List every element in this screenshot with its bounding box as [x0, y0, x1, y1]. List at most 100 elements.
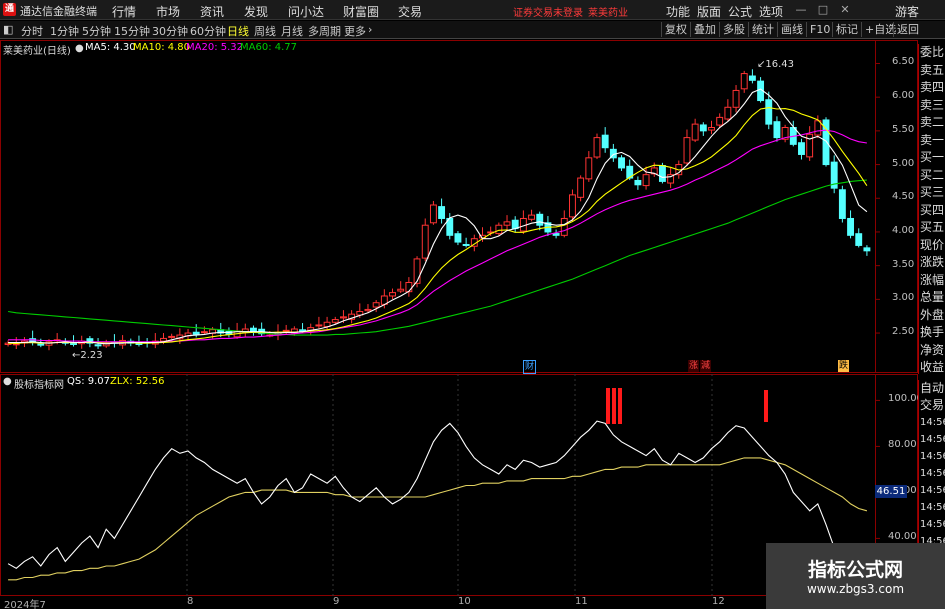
period-tab-1min[interactable]: 1分钟: [50, 23, 79, 39]
candle-body-44: [364, 308, 372, 312]
candle-body-88: [724, 106, 732, 120]
candle-body-60: [495, 224, 503, 235]
sub-tick-label-3: 40.00: [888, 531, 917, 543]
quote-field-10[interactable]: 买五: [919, 219, 945, 237]
menu-item-options[interactable]: 选项: [759, 3, 783, 20]
quote-field-6[interactable]: 买一: [919, 149, 945, 167]
menu-item-discover[interactable]: 发现: [244, 3, 268, 20]
quote-field-17[interactable]: 净资: [919, 342, 945, 360]
limit-down-badge[interactable]: 跌: [838, 360, 850, 372]
toolbar-draw-button[interactable]: 画线: [777, 22, 806, 37]
menu-item-trade[interactable]: 交易: [398, 3, 422, 20]
quote-field-3[interactable]: 卖三: [919, 97, 945, 115]
settings-dot-icon-sub[interactable]: ●: [3, 376, 12, 387]
toolbar-multi-stock-button[interactable]: 多股: [719, 22, 748, 37]
close-icon[interactable]: ✕: [837, 2, 853, 17]
quote-field-16[interactable]: 换手: [919, 324, 945, 342]
chevron-right-icon[interactable]: ›: [368, 23, 372, 36]
date-label-sep: 9: [333, 596, 340, 607]
candle-body-50: [413, 258, 421, 284]
watermark-title: 指标公式网: [807, 559, 903, 581]
quote-field-8[interactable]: 买三: [919, 184, 945, 202]
candle-body-56: [462, 243, 470, 246]
toolbar-adjust-button[interactable]: 复权: [661, 22, 690, 37]
quote-field-5[interactable]: 卖一: [919, 132, 945, 150]
quote-field-13[interactable]: 涨幅: [919, 272, 945, 290]
candle-body-19: [160, 337, 167, 342]
limit-up-badge-2[interactable]: 減: [700, 360, 712, 372]
period-tab-15min[interactable]: 15分钟: [114, 23, 150, 39]
period-tab-daily[interactable]: 日线: [227, 23, 249, 39]
quote-field-11[interactable]: 现价: [919, 237, 945, 255]
login-notice[interactable]: 证券交易未登录: [513, 4, 583, 19]
sidebar-toggle-icon[interactable]: ◧: [3, 23, 13, 36]
candle-body-23: [192, 331, 200, 335]
candlestick-chart[interactable]: [0, 40, 918, 373]
quote-field-0[interactable]: 委比: [919, 44, 945, 62]
menu-item-wealth-circle[interactable]: 财富圈: [343, 3, 379, 20]
finance-badge[interactable]: 财: [523, 360, 537, 374]
menu-item-layout[interactable]: 版面: [697, 3, 721, 20]
period-tab-5min[interactable]: 5分钟: [82, 23, 111, 39]
menu-item-news[interactable]: 资讯: [200, 3, 224, 20]
menu-item-formula[interactable]: 公式: [728, 3, 752, 20]
menu-item-markets[interactable]: 市场: [156, 3, 180, 20]
quote-field-15[interactable]: 外盘: [919, 307, 945, 325]
quote-field-4[interactable]: 卖二: [919, 114, 945, 132]
legend-ma20: MA20: 5.32: [186, 42, 244, 53]
menu-item-wenxiaoda[interactable]: 问小达: [288, 3, 324, 20]
candle-body-67: [552, 233, 560, 236]
quote-field-9[interactable]: 买四: [919, 202, 945, 220]
high-price-value: 16.43: [765, 59, 795, 70]
period-tab-weekly[interactable]: 周线: [254, 23, 276, 39]
trade-field-0[interactable]: 自动: [919, 380, 945, 397]
candle-body-93: [765, 99, 773, 125]
ma60-line: [8, 179, 867, 336]
minimize-icon[interactable]: —: [793, 2, 809, 17]
trade-field-3: 14:56: [920, 434, 945, 445]
trade-field-1[interactable]: 交易: [919, 397, 945, 414]
quote-field-18[interactable]: 收益: [919, 359, 945, 377]
menu-bar: 通 通达信金融终端 行情 市场 资讯 发现 问小达 财富圈 交易 证券交易未登录…: [0, 0, 945, 20]
toolbar-back-button[interactable]: 返回: [893, 22, 922, 37]
toolbar-overlay-button[interactable]: 叠加: [690, 22, 719, 37]
candle-body-83: [683, 137, 691, 164]
toolbar-stats-button[interactable]: 统计: [748, 22, 777, 37]
quote-field-12[interactable]: 涨跌: [919, 254, 945, 272]
period-tab-monthly[interactable]: 月线: [281, 23, 303, 39]
guest-label[interactable]: 游客: [895, 3, 919, 20]
main-tick-label-6: 3.50: [892, 258, 915, 270]
date-label-nov: 11: [575, 596, 588, 607]
candle-body-86: [708, 127, 715, 131]
sub-tick-label-1: 80.00: [888, 439, 917, 451]
menu-item-market[interactable]: 行情: [112, 3, 136, 20]
period-tab-multi[interactable]: 多周期: [308, 23, 341, 39]
date-label-aug: 8: [187, 596, 194, 607]
period-toolbar: ◧ 分时 1分钟 5分钟 15分钟 30分钟 60分钟 日线 周线 月线 多周期…: [0, 21, 945, 39]
quote-field-14[interactable]: 总量: [919, 289, 945, 307]
quote-field-7[interactable]: 买二: [919, 167, 945, 185]
candle-body-97: [798, 142, 805, 155]
toolbar-mark-button[interactable]: 标记: [832, 22, 861, 37]
period-tab-intraday[interactable]: 分时: [21, 23, 43, 39]
app-title: 通达信金融终端: [20, 5, 97, 18]
toolbar-f10-button[interactable]: F10: [806, 22, 833, 37]
candle-body-52: [429, 204, 437, 224]
period-tab-more[interactable]: 更多: [344, 23, 366, 39]
signal-bar-0: [606, 388, 610, 424]
maximize-icon[interactable]: □: [815, 2, 831, 17]
settings-dot-icon[interactable]: ●: [75, 43, 84, 54]
period-tab-30min[interactable]: 30分钟: [152, 23, 188, 39]
quote-field-1[interactable]: 卖五: [919, 62, 945, 80]
menu-item-function[interactable]: 功能: [666, 3, 690, 20]
main-tick-label-7: 3.00: [892, 292, 915, 304]
candle-body-61: [503, 221, 511, 226]
quote-field-2[interactable]: 卖四: [919, 79, 945, 97]
low-price-label: ←2.23: [72, 350, 103, 361]
period-tab-60min[interactable]: 60分钟: [190, 23, 226, 39]
candle-body-45: [372, 302, 380, 308]
main-tick-label-5: 4.00: [892, 224, 915, 236]
main-tick-label-1: 6.00: [892, 90, 915, 102]
candle-body-102: [838, 189, 846, 219]
limit-up-badge[interactable]: 涨: [688, 360, 700, 372]
